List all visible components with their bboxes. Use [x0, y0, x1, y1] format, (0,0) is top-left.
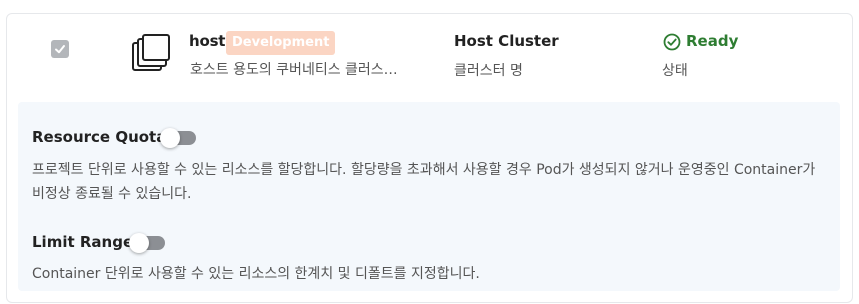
- check-icon: [55, 45, 65, 54]
- resource-quota-title: Resource Quota: [32, 128, 167, 146]
- cluster-type: Host Cluster: [454, 32, 559, 50]
- select-checkbox[interactable]: [51, 40, 69, 58]
- environment-badge: Development: [226, 31, 336, 55]
- toggle-knob: [129, 233, 149, 253]
- resource-quota-description: 프로젝트 단위로 사용할 수 있는 리소스를 할당합니다. 할당량을 초과해서 …: [32, 162, 816, 202]
- cluster-name[interactable]: host: [189, 32, 225, 50]
- resource-quota-toggle[interactable]: [160, 128, 196, 148]
- status-caption: 상태: [662, 63, 688, 79]
- cluster-type-caption: 클러스터 명: [454, 63, 523, 79]
- limit-range-title: Limit Range: [32, 233, 134, 251]
- limit-range-description: Container 단위로 사용할 수 있는 리소스의 한계치 및 디폴트를 지…: [32, 266, 480, 282]
- status-value: Ready: [686, 32, 739, 50]
- limit-range-toggle[interactable]: [129, 233, 165, 253]
- cluster-icon: [132, 34, 170, 71]
- check-circle-icon: [663, 33, 681, 51]
- toggle-knob: [160, 128, 180, 148]
- cluster-description: 호스트 용도의 쿠버네티스 클러스…: [190, 62, 398, 78]
